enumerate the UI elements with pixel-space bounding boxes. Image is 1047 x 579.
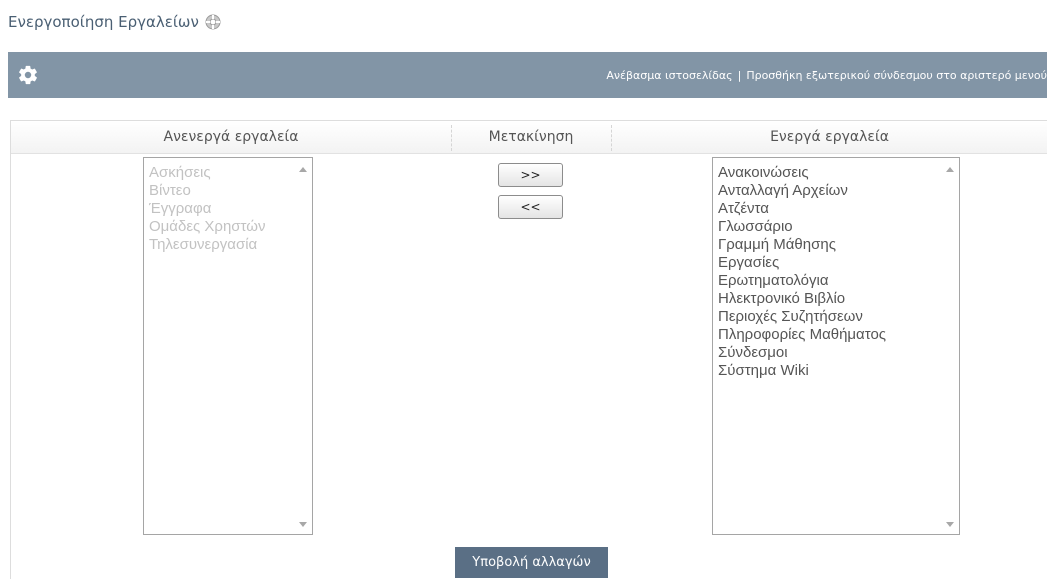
- scrollbar[interactable]: [295, 158, 312, 534]
- list-item[interactable]: Βίντεο: [149, 182, 312, 200]
- list-item[interactable]: Ανταλλαγή Αρχείων: [718, 182, 959, 200]
- list-item[interactable]: Ομάδες Χρηστών: [149, 218, 312, 236]
- list-item[interactable]: Ατζέντα: [718, 200, 959, 218]
- scroll-up-arrow-icon[interactable]: [299, 167, 307, 172]
- link-separator: |: [737, 68, 742, 82]
- toolbar-links: Ανέβασμα ιστοσελίδας | Προσθήκη εξωτερικ…: [606, 52, 1047, 98]
- upload-website-link[interactable]: Ανέβασμα ιστοσελίδας: [606, 69, 732, 82]
- toolbar: Ανέβασμα ιστοσελίδας | Προσθήκη εξωτερικ…: [8, 52, 1047, 98]
- list-item[interactable]: Σύνδεσμοι: [718, 344, 959, 362]
- scroll-up-arrow-icon[interactable]: [946, 167, 954, 172]
- move-left-button[interactable]: <<: [498, 195, 563, 219]
- move-header: Μετακίνηση: [488, 129, 574, 145]
- add-external-link[interactable]: Προσθήκη εξωτερικού σύνδεσμου στο αριστε…: [746, 69, 1047, 82]
- list-item[interactable]: Περιοχές Συζητήσεων: [718, 308, 959, 326]
- active-tools-header: Ενεργά εργαλεία: [770, 129, 889, 145]
- scroll-down-arrow-icon[interactable]: [299, 522, 307, 527]
- list-item[interactable]: Γλωσσάριο: [718, 218, 959, 236]
- scrollbar[interactable]: [942, 158, 959, 534]
- gear-icon[interactable]: [17, 64, 39, 86]
- inactive-tools-header: Ανενεργά εργαλεία: [163, 129, 299, 145]
- list-item[interactable]: Ηλεκτρονικό Βιβλίο: [718, 290, 959, 308]
- scroll-down-arrow-icon[interactable]: [946, 522, 954, 527]
- move-right-button[interactable]: >>: [498, 163, 563, 187]
- page-title: Ενεργοποίηση Εργαλείων: [8, 13, 221, 31]
- list-item[interactable]: Εργασίες: [718, 254, 959, 272]
- help-lifebuoy-icon[interactable]: [205, 14, 221, 30]
- list-item[interactable]: Πληροφορίες Μαθήματος: [718, 326, 959, 344]
- submit-changes-button[interactable]: Υποβολή αλλαγών: [455, 547, 608, 578]
- panel-header: Ανενεργά εργαλεία Μετακίνηση Ενεργά εργα…: [11, 121, 1047, 154]
- active-tools-listbox[interactable]: Ανακοινώσεις Ανταλλαγή Αρχείων Ατζέντα Γ…: [712, 157, 960, 535]
- inactive-tools-listbox[interactable]: Ασκήσεις Βίντεο Έγγραφα Ομάδες Χρηστών Τ…: [143, 157, 313, 535]
- list-item[interactable]: Έγγραφα: [149, 200, 312, 218]
- list-item[interactable]: Γραμμή Μάθησης: [718, 236, 959, 254]
- list-item[interactable]: Ανακοινώσεις: [718, 164, 959, 182]
- list-item[interactable]: Τηλεσυνεργασία: [149, 236, 312, 254]
- list-item[interactable]: Σύστημα Wiki: [718, 362, 959, 380]
- page-title-text: Ενεργοποίηση Εργαλείων: [8, 13, 199, 31]
- list-item[interactable]: Ερωτηματολόγια: [718, 272, 959, 290]
- list-item[interactable]: Ασκήσεις: [149, 164, 312, 182]
